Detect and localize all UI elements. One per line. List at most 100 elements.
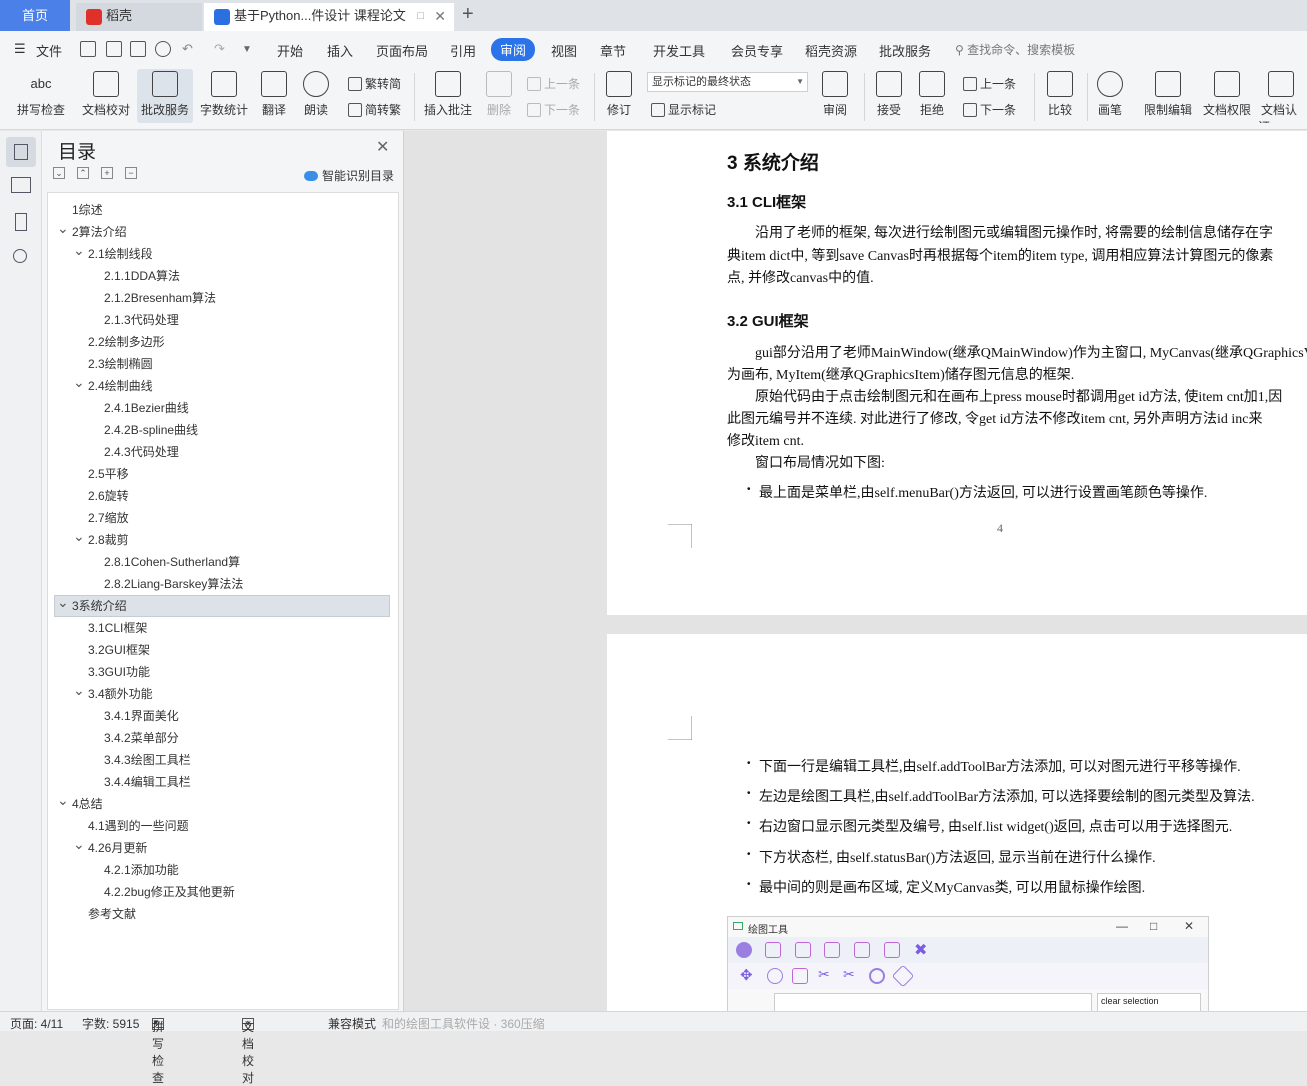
trad-to-simp-button[interactable]: 繁转简 xyxy=(348,75,401,92)
toc-item[interactable]: 2.4.2B-spline曲线 xyxy=(104,419,198,441)
chevron-down-icon[interactable]: ⌄ xyxy=(73,371,85,393)
toc-item[interactable]: 2.1绘制线段 xyxy=(88,243,153,265)
toc-item[interactable]: 2.4.3代码处理 xyxy=(104,441,179,463)
toc-item[interactable]: 2.6旋转 xyxy=(88,485,129,507)
pen-button[interactable]: 画笔 xyxy=(1093,69,1127,123)
menu-file[interactable]: 文件 xyxy=(36,41,62,60)
bookmark-icon[interactable] xyxy=(15,213,27,231)
correction-service-button[interactable]: 批改服务 xyxy=(137,69,193,123)
toc-item[interactable]: 3.4.4编辑工具栏 xyxy=(104,771,191,793)
revise-button[interactable]: 修订 xyxy=(600,69,638,123)
collapse-all-icon[interactable]: ⌄ xyxy=(53,167,65,179)
smart-toc-button[interactable]: 智能识别目录 xyxy=(304,167,394,184)
doc-rights-button[interactable]: 文档权限 xyxy=(1199,69,1255,123)
hamburger-icon[interactable]: ☰ xyxy=(14,41,26,57)
next-change-button[interactable]: 下一条 xyxy=(963,101,1016,118)
new-tab-plus-icon[interactable]: + xyxy=(462,3,474,26)
toc-item[interactable]: 4总结 xyxy=(72,793,103,815)
menu-layout[interactable]: 页面布局 xyxy=(376,41,428,60)
toc-item[interactable]: 2.1.1DDA算法 xyxy=(104,265,180,287)
word-count-indicator[interactable]: 字数: 5915 xyxy=(82,1015,139,1032)
toc-item[interactable]: 3.4.3绘图工具栏 xyxy=(104,749,191,771)
toc-item[interactable]: 2.5平移 xyxy=(88,463,129,485)
restrict-edit-button[interactable]: 限制编辑 xyxy=(1140,69,1196,123)
next-comment-button[interactable]: 下一条 xyxy=(527,101,580,118)
tab-home[interactable]: 首页 xyxy=(0,0,70,31)
compare-button[interactable]: 比较 xyxy=(1040,69,1080,123)
toc-item[interactable]: 3.3GUI功能 xyxy=(88,661,150,683)
save-icon[interactable] xyxy=(80,41,96,57)
tab-close-icon[interactable]: ✕ xyxy=(434,3,446,29)
chevron-down-icon[interactable]: ⌄ xyxy=(73,679,85,701)
simp-to-trad-button[interactable]: 简转繁 xyxy=(348,101,401,118)
menu-view[interactable]: 视图 xyxy=(551,41,577,60)
menu-chapter[interactable]: 章节 xyxy=(600,41,626,60)
menu-correction[interactable]: 批改服务 xyxy=(879,41,931,60)
menu-insert[interactable]: 插入 xyxy=(327,41,353,60)
search-icon[interactable] xyxy=(13,249,27,263)
chevron-down-icon[interactable]: ⌄ xyxy=(73,525,85,547)
chevron-down-icon[interactable]: ⌄ xyxy=(57,591,69,613)
menu-devtools[interactable]: 开发工具 xyxy=(653,41,705,60)
toc-item[interactable]: 4.2.2bug修正及其他更新 xyxy=(104,881,235,903)
toc-item[interactable]: 3.4.2菜单部分 xyxy=(104,727,179,749)
menu-start[interactable]: 开始 xyxy=(277,41,303,60)
show-marks-button[interactable]: 显示标记 xyxy=(651,101,716,118)
toc-item[interactable]: 4.1遇到的一些问题 xyxy=(88,815,189,837)
toc-item[interactable]: 2.1.2Bresenham算法 xyxy=(104,287,216,309)
export-icon[interactable] xyxy=(106,41,122,57)
reject-button[interactable]: 拒绝 xyxy=(913,69,951,123)
expand-up-icon[interactable]: ⌃ xyxy=(77,167,89,179)
chevron-down-icon[interactable]: ⌄ xyxy=(57,789,69,811)
toc-item[interactable]: 2.2绘制多边形 xyxy=(88,331,165,353)
menu-member[interactable]: 会员专享 xyxy=(731,41,783,60)
toc-item[interactable]: 2.4.1Bezier曲线 xyxy=(104,397,189,419)
tab-daoke[interactable]: 稻壳 xyxy=(76,3,202,31)
close-icon[interactable]: ✕ xyxy=(376,137,389,157)
insert-comment-button[interactable]: 插入批注 xyxy=(420,69,476,123)
toc-item[interactable]: 2.3绘制椭圆 xyxy=(88,353,153,375)
redo-icon[interactable]: ↷ xyxy=(214,41,225,57)
toc-item[interactable]: 3.4.1界面美化 xyxy=(104,705,179,727)
tab-window-icon[interactable]: □ xyxy=(417,3,424,29)
markup-state-select[interactable]: 显示标记的最终状态 ▼ xyxy=(647,72,808,92)
chevron-down-icon[interactable]: ⌄ xyxy=(73,239,85,261)
toc-item[interactable]: 2.1.3代码处理 xyxy=(104,309,179,331)
tab-document[interactable]: 基于Python...件设计 课程论文 □ ✕ xyxy=(204,3,454,31)
chevron-down-icon[interactable]: ⌄ xyxy=(73,833,85,855)
command-search[interactable]: ⚲ 查找命令、搜索模板 xyxy=(955,41,1075,58)
word-count-button[interactable]: 字数统计 xyxy=(197,69,251,123)
toc-item[interactable]: 2.4绘制曲线 xyxy=(88,375,153,397)
delete-comment-button[interactable]: 删除 xyxy=(480,69,518,123)
add-level-icon[interactable]: + xyxy=(101,167,113,179)
print-icon[interactable] xyxy=(130,41,146,57)
toc-item[interactable]: 1综述 xyxy=(72,199,103,221)
translate-button[interactable]: 翻译 xyxy=(255,69,293,123)
menu-daoke-resources[interactable]: 稻壳资源 xyxy=(805,41,857,60)
toc-item[interactable]: 3.4额外功能 xyxy=(88,683,153,705)
toc-item[interactable]: 4.26月更新 xyxy=(88,837,147,859)
toc-item[interactable]: 4.2.1添加功能 xyxy=(104,859,179,881)
review-pane-button[interactable]: 审阅 xyxy=(815,69,855,123)
spell-check-button[interactable]: abc 拼写检查 xyxy=(10,69,72,123)
more-chevron-icon[interactable]: ▼ xyxy=(242,44,252,55)
page-indicator[interactable]: 页面: 4/11 xyxy=(10,1015,63,1032)
menu-reference[interactable]: 引用 xyxy=(450,41,476,60)
chevron-down-icon[interactable]: ⌄ xyxy=(57,217,69,239)
read-aloud-button[interactable]: 朗读 xyxy=(298,69,334,123)
proofread-button[interactable]: 文档校对 xyxy=(78,69,134,123)
menu-review[interactable]: 审阅 xyxy=(491,38,536,61)
toc-item[interactable]: 2.7缩放 xyxy=(88,507,129,529)
undo-icon[interactable]: ↶ xyxy=(182,41,193,57)
doc-cert-button[interactable]: 文档认证 xyxy=(1258,69,1307,123)
toc-item[interactable]: 2.8.2Liang-Barskey算法法 xyxy=(104,573,243,595)
prev-comment-button[interactable]: 上一条 xyxy=(527,75,580,92)
prev-change-button[interactable]: 上一条 xyxy=(963,75,1016,92)
toc-item[interactable]: 3系统介绍 xyxy=(72,595,127,617)
remove-level-icon[interactable]: − xyxy=(125,167,137,179)
toc-item[interactable]: 2.8裁剪 xyxy=(88,529,129,551)
chapter-nav-icon[interactable] xyxy=(11,177,31,193)
print-preview-icon[interactable] xyxy=(155,41,171,57)
toc-item[interactable]: 3.2GUI框架 xyxy=(88,639,150,661)
toc-item[interactable]: 2.8.1Cohen-Sutherland算 xyxy=(104,551,240,573)
